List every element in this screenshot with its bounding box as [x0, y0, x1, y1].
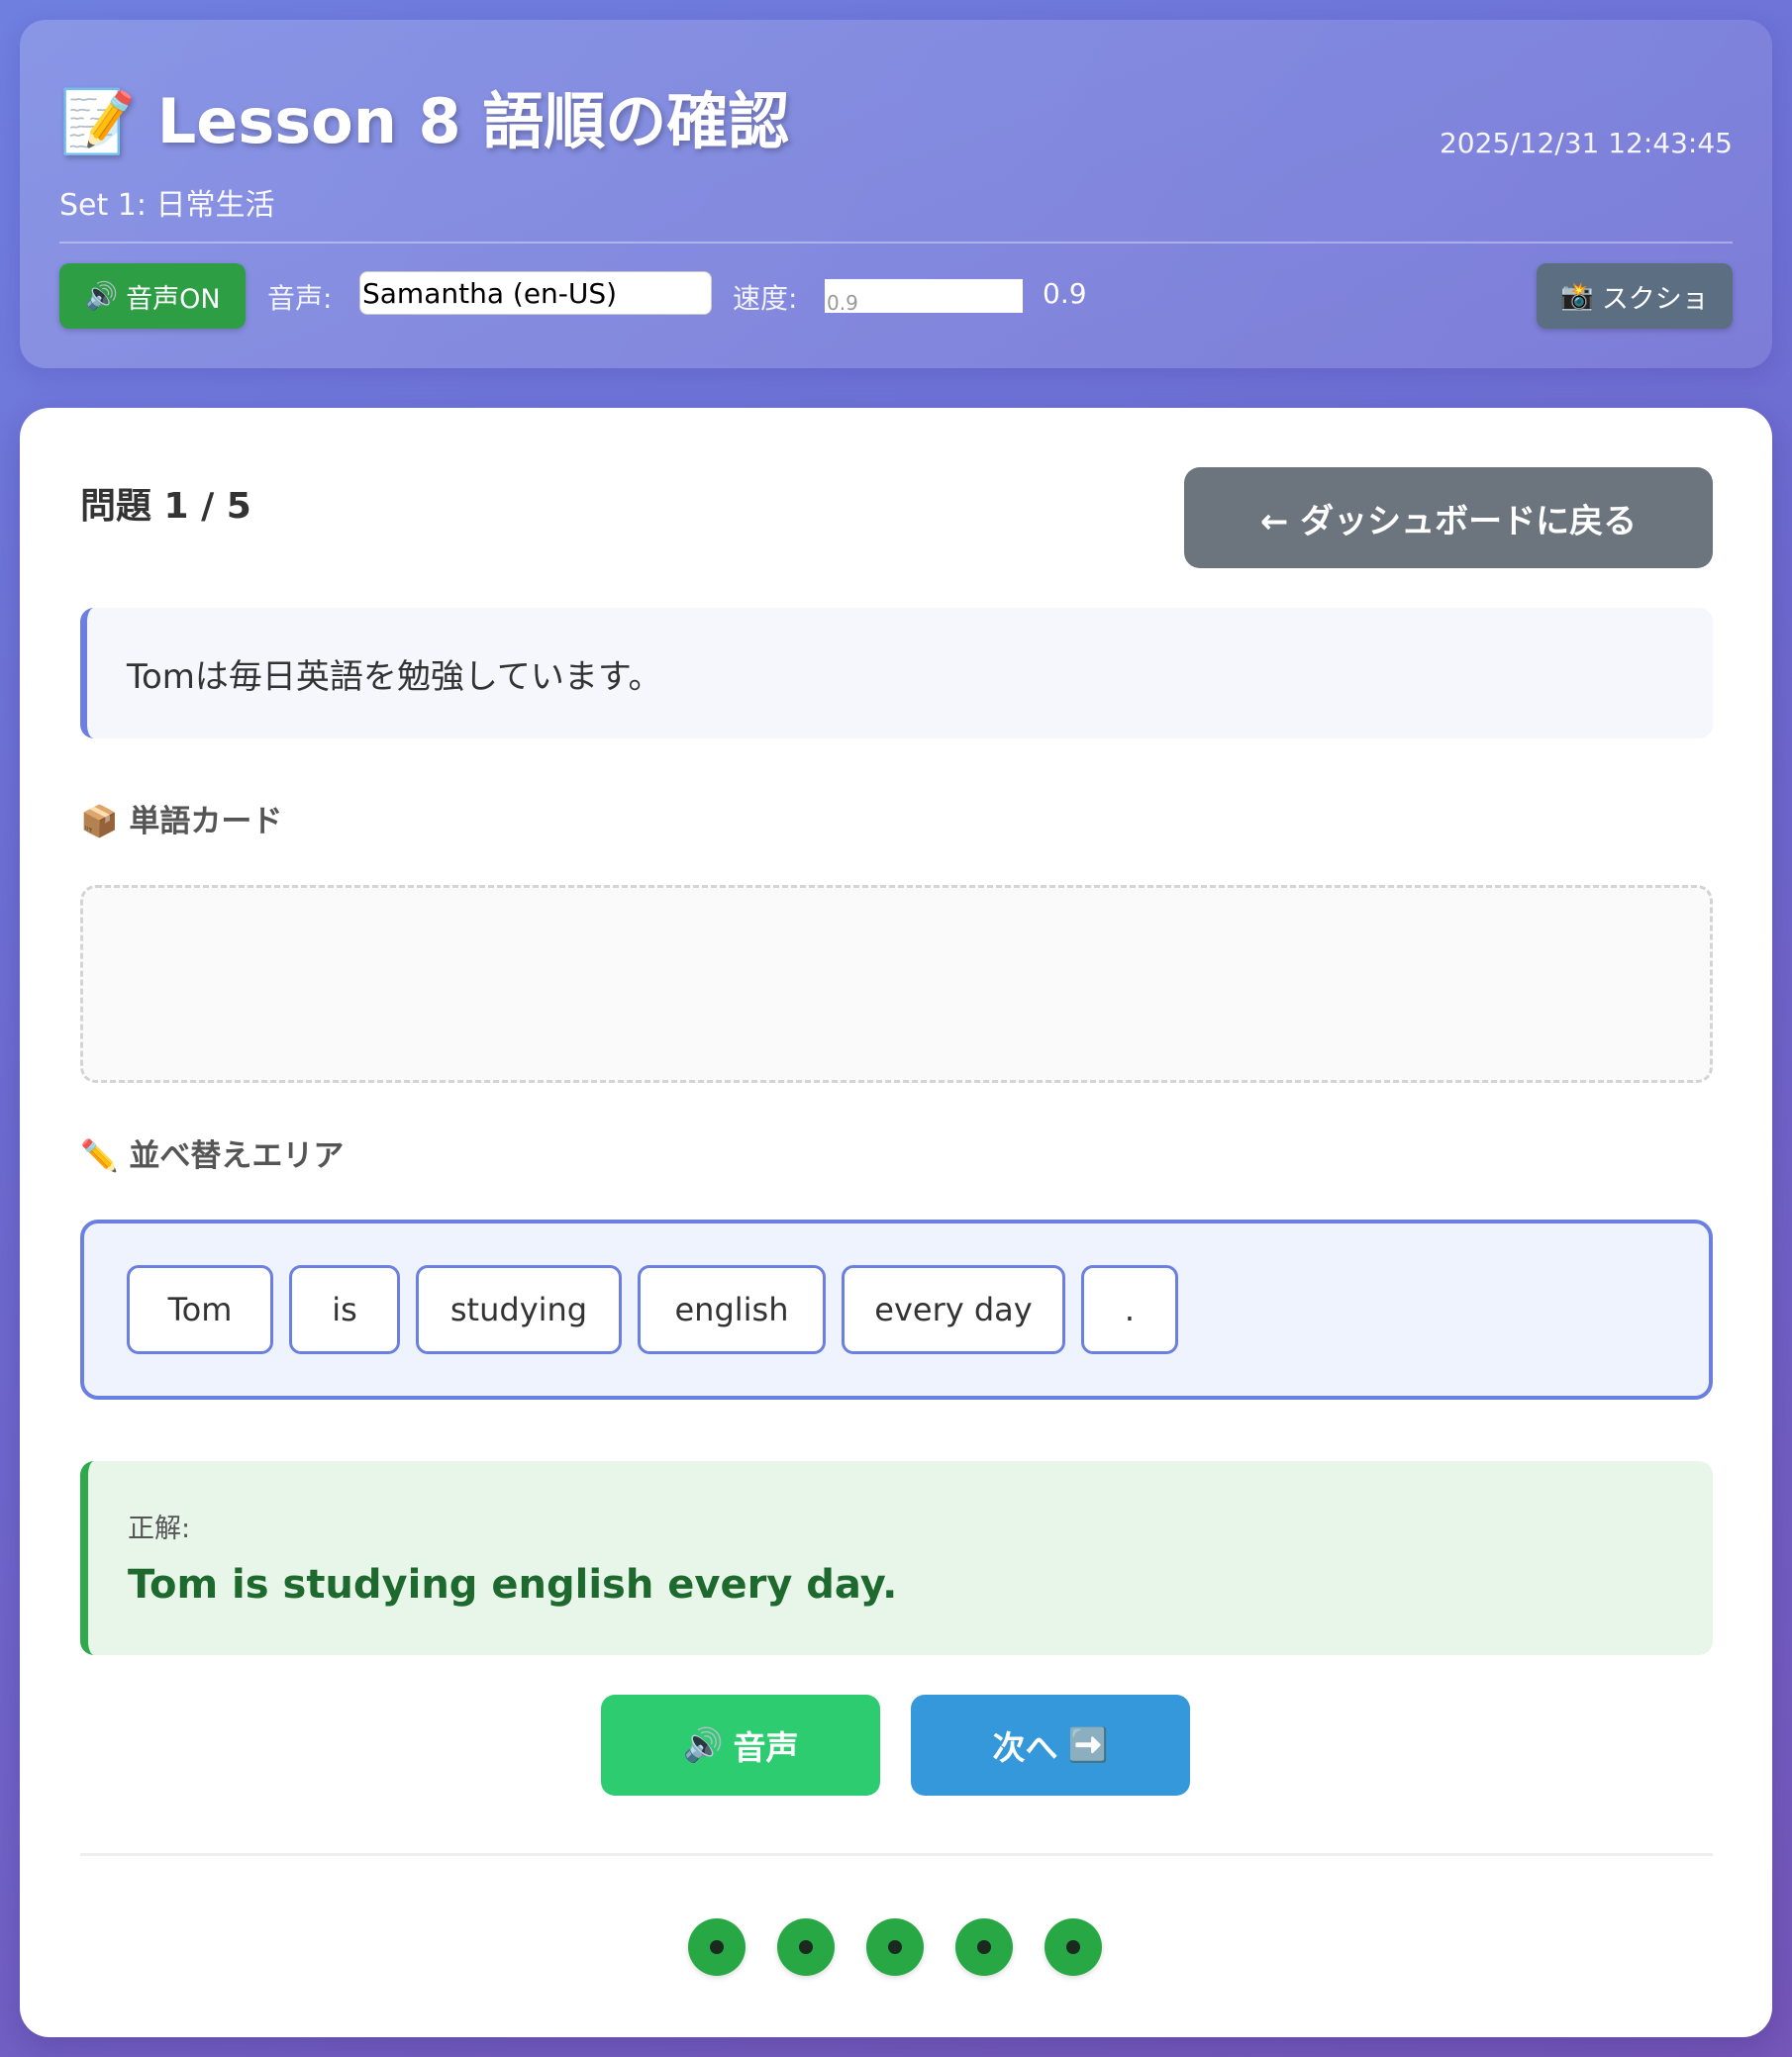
arrange-area[interactable]: Tom is studying english every day .: [80, 1220, 1713, 1400]
voice-select[interactable]: Samantha (en-US): [359, 271, 712, 315]
word-bank-area[interactable]: [80, 885, 1713, 1083]
question-counter: 問題 1 / 5: [80, 486, 251, 527]
play-audio-button[interactable]: 🔊 音声: [601, 1695, 880, 1796]
progress-dot[interactable]: [866, 1918, 924, 1976]
audio-button-label: 音声: [733, 1728, 799, 1767]
speed-input[interactable]: 0.9: [825, 279, 1023, 315]
audio-controls: 🔊 音声ON 音声: Samantha (en-US) 速度: 0.9 0.9 …: [59, 263, 1733, 329]
screenshot-button[interactable]: 📸 スクショ: [1537, 263, 1733, 329]
japanese-prompt: Tomは毎日英語を勉強しています。: [80, 608, 1713, 738]
speaker-icon: 🔊: [84, 281, 119, 312]
word-tile[interactable]: every day: [842, 1265, 1065, 1354]
quiz-card: 問題 1 / 5 ← ダッシュボードに戻る Tomは毎日英語を勉強しています。 …: [20, 408, 1772, 2037]
word-tile[interactable]: is: [289, 1265, 400, 1354]
camera-icon: 📸: [1560, 281, 1594, 312]
header-divider: [59, 242, 1733, 244]
progress-dot[interactable]: [777, 1918, 835, 1976]
footer-divider: [80, 1853, 1713, 1856]
progress-dot-center: [888, 1940, 902, 1954]
sound-toggle-label: 音声ON: [126, 283, 221, 315]
memo-icon: 📝: [59, 85, 137, 157]
back-to-dashboard-button[interactable]: ← ダッシュボードに戻る: [1184, 467, 1713, 568]
next-button[interactable]: 次へ ➡️: [911, 1695, 1190, 1796]
pencil-icon: ✏️: [80, 1138, 119, 1174]
right-arrow-icon: ➡️: [1067, 1725, 1109, 1764]
arrange-heading: ✏️ 並べ替えエリア: [80, 1130, 344, 1175]
progress-dot-center: [977, 1940, 991, 1954]
answer-text: Tom is studying english every day.: [128, 1562, 898, 1608]
word-tile[interactable]: .: [1081, 1265, 1178, 1354]
correct-answer-box: 正解: Tom is studying english every day.: [80, 1461, 1713, 1655]
word-bank-label: 単語カード: [129, 804, 283, 839]
progress-dot-center: [710, 1940, 724, 1954]
speaker-icon: 🔊: [682, 1725, 724, 1764]
progress-dot[interactable]: [688, 1918, 746, 1976]
voice-label: 音声:: [267, 282, 333, 315]
screenshot-label: スクショ: [1601, 283, 1709, 315]
progress-dot[interactable]: [1045, 1918, 1102, 1976]
speed-label: 速度:: [733, 282, 798, 315]
arrange-label: 並べ替えエリア: [129, 1138, 345, 1174]
word-tile[interactable]: Tom: [127, 1265, 273, 1354]
page-title-text: Lesson 8 語順の確認: [156, 85, 790, 157]
progress-dot-center: [799, 1940, 813, 1954]
header-panel: 📝 Lesson 8 語順の確認 Set 1: 日常生活 2025/12/31 …: [20, 20, 1772, 368]
progress-dot-center: [1066, 1940, 1080, 1954]
word-tile[interactable]: studying: [416, 1265, 622, 1354]
page-title: 📝 Lesson 8 語順の確認: [59, 71, 789, 160]
answer-label: 正解:: [128, 1514, 191, 1544]
set-subtitle: Set 1: 日常生活: [59, 188, 275, 223]
speed-value: 0.9: [1043, 277, 1087, 310]
word-tile[interactable]: english: [638, 1265, 826, 1354]
sound-toggle-button[interactable]: 🔊 音声ON: [59, 263, 246, 329]
package-icon: 📦: [80, 804, 119, 839]
datetime-display: 2025/12/31 12:43:45: [1439, 127, 1733, 159]
word-bank-heading: 📦 単語カード: [80, 796, 282, 840]
next-button-label: 次へ: [992, 1728, 1058, 1767]
progress-dot[interactable]: [955, 1918, 1013, 1976]
